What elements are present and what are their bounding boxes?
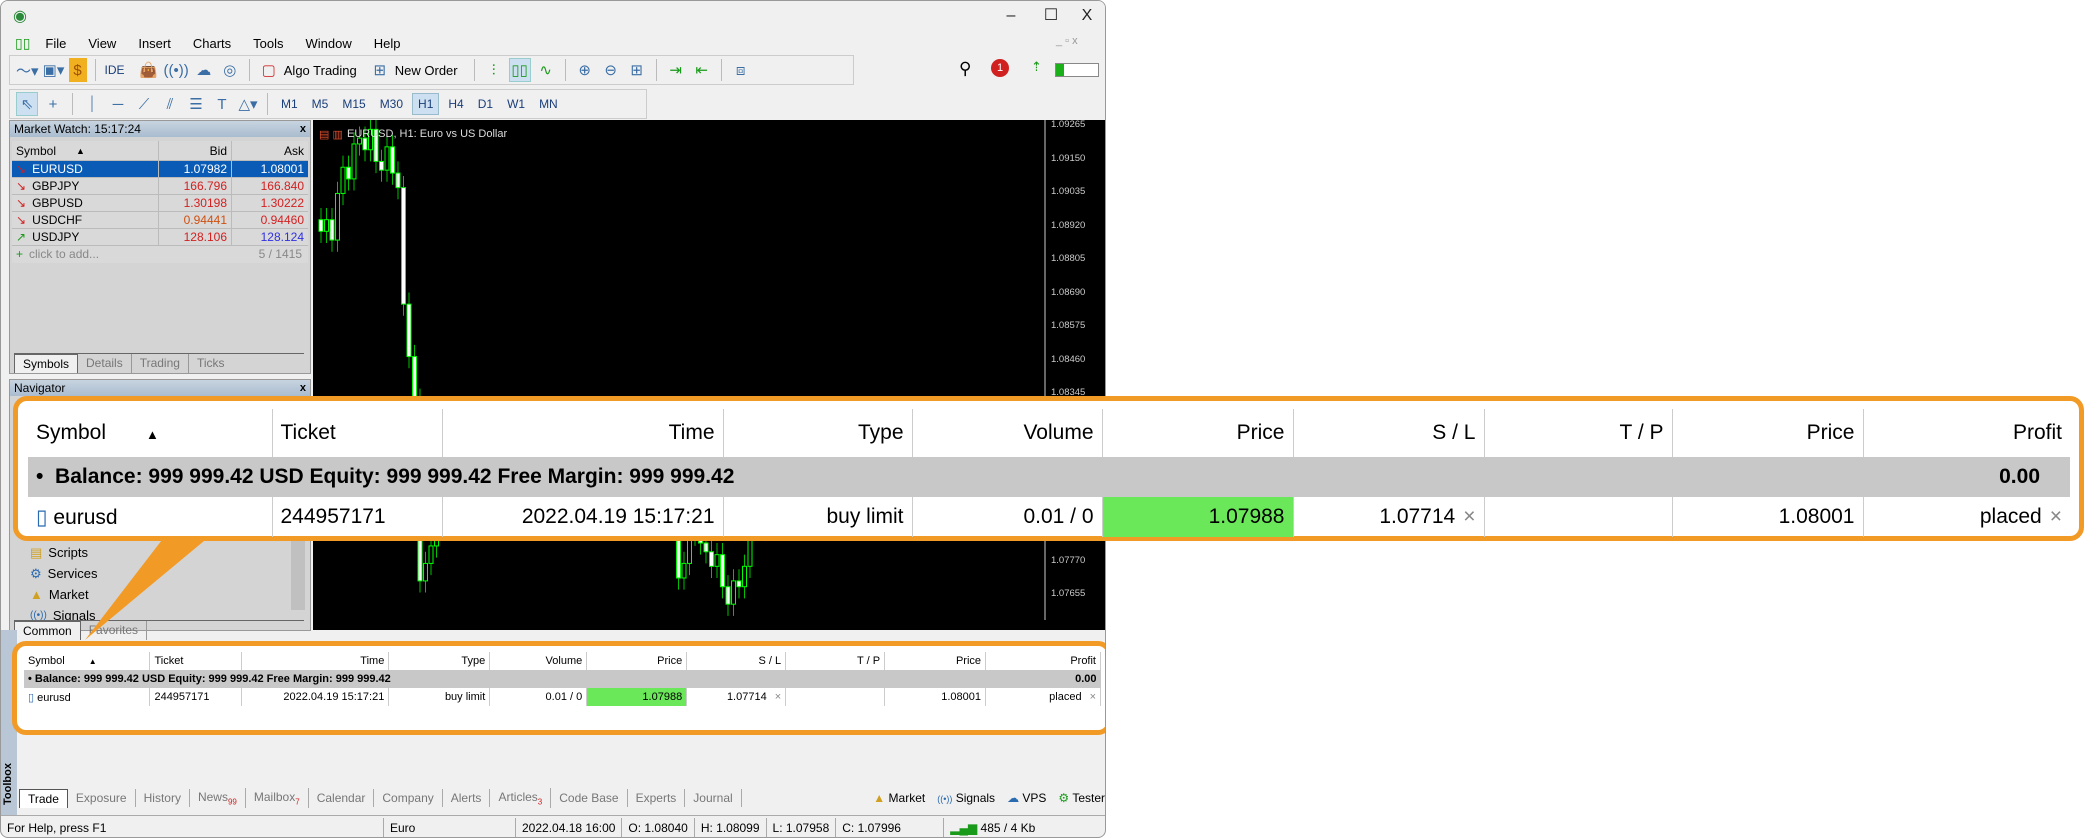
cancel-order-icon[interactable]: × xyxy=(2050,505,2062,528)
trade-table-zoomed: Symbol ▲ Ticket Time Type Volume Price S … xyxy=(28,409,2070,537)
balance-summary: Balance: 999 999.42 USD Equity: 999 999.… xyxy=(55,465,735,488)
col-symbol[interactable]: Symbol ▲ xyxy=(28,409,273,457)
balance-row: • Balance: 999 999.42 USD Equity: 999 99… xyxy=(28,457,2070,497)
col-time[interactable]: Time xyxy=(442,409,724,457)
trade-header-row: Symbol ▲ Ticket Time Type Volume Price S … xyxy=(28,409,2070,457)
col-current-price[interactable]: Price xyxy=(1672,409,1864,457)
col-ticket[interactable]: Ticket xyxy=(272,409,443,457)
trade-table-callout: Symbol ▲ Ticket Time Type Volume Price S … xyxy=(13,396,2084,541)
order-row[interactable]: ▯ eurusd 244957171 2022.04.19 15:17:21 b… xyxy=(28,497,2070,537)
order-icon: ▯ xyxy=(36,505,54,529)
remove-sl-icon[interactable]: × xyxy=(1463,505,1475,528)
balance-profit: 0.00 xyxy=(1863,457,2070,497)
col-profit[interactable]: Profit xyxy=(1863,409,2070,457)
col-price[interactable]: Price xyxy=(1102,409,1294,457)
col-tp[interactable]: T / P xyxy=(1484,409,1673,457)
col-type[interactable]: Type xyxy=(723,409,913,457)
col-sl[interactable]: S / L xyxy=(1293,409,1485,457)
order-price[interactable]: 1.07988 xyxy=(1102,497,1294,537)
col-volume[interactable]: Volume xyxy=(912,409,1103,457)
